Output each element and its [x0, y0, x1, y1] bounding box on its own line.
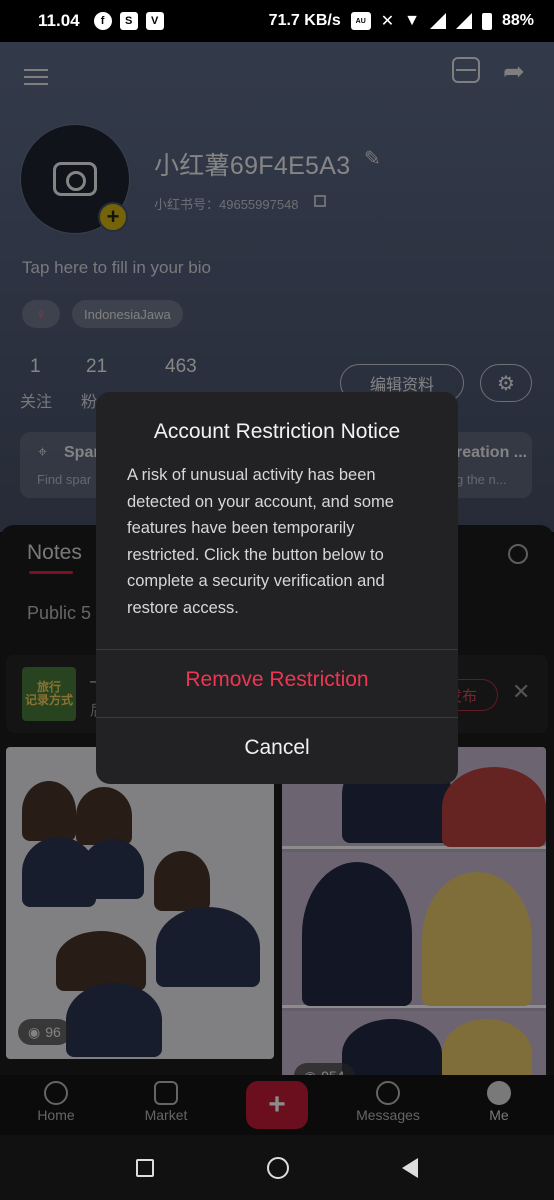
- back-icon[interactable]: [401, 1157, 418, 1178]
- shop-icon: S: [119, 12, 138, 30]
- signal-2-icon: [455, 13, 472, 29]
- home-button-icon[interactable]: [266, 1156, 289, 1179]
- net-speed: 71.7 KB/s: [268, 12, 341, 29]
- remove-restriction-button[interactable]: Remove Restriction: [96, 668, 458, 692]
- dialog-title: Account Restriction Notice: [153, 420, 401, 443]
- status-app-icons: f S V: [93, 12, 164, 30]
- divider: [96, 649, 458, 650]
- status-time: 11.04: [38, 11, 80, 30]
- battery-icon: [481, 12, 492, 30]
- status-right: 71.7 KB/s AU ✕ ▼ 88%: [269, 11, 534, 31]
- restriction-dialog: Account Restriction Notice A risk of unu…: [96, 392, 458, 784]
- dialog-message: A risk of unusual activity has been dete…: [127, 466, 394, 617]
- cancel-button[interactable]: Cancel: [96, 736, 458, 760]
- status-bar: 11.04 f S V 71.7 KB/s AU ✕ ▼ 88%: [0, 0, 554, 42]
- app-screen: 11.04 f S V 71.7 KB/s AU ✕ ▼ 88% ➦ + 小红薯…: [0, 0, 554, 1200]
- battery-percent: 88%: [501, 12, 534, 29]
- mute-icon: ✕: [380, 13, 395, 30]
- divider: [96, 717, 458, 718]
- signal-icon: [429, 13, 446, 29]
- v-app-icon: V: [145, 12, 164, 30]
- system-navigation: [0, 1135, 554, 1200]
- facebook-icon: f: [93, 12, 112, 30]
- wifi-icon: ▼: [404, 12, 420, 29]
- recents-icon[interactable]: [136, 1158, 155, 1177]
- auto-icon: AU: [350, 12, 371, 30]
